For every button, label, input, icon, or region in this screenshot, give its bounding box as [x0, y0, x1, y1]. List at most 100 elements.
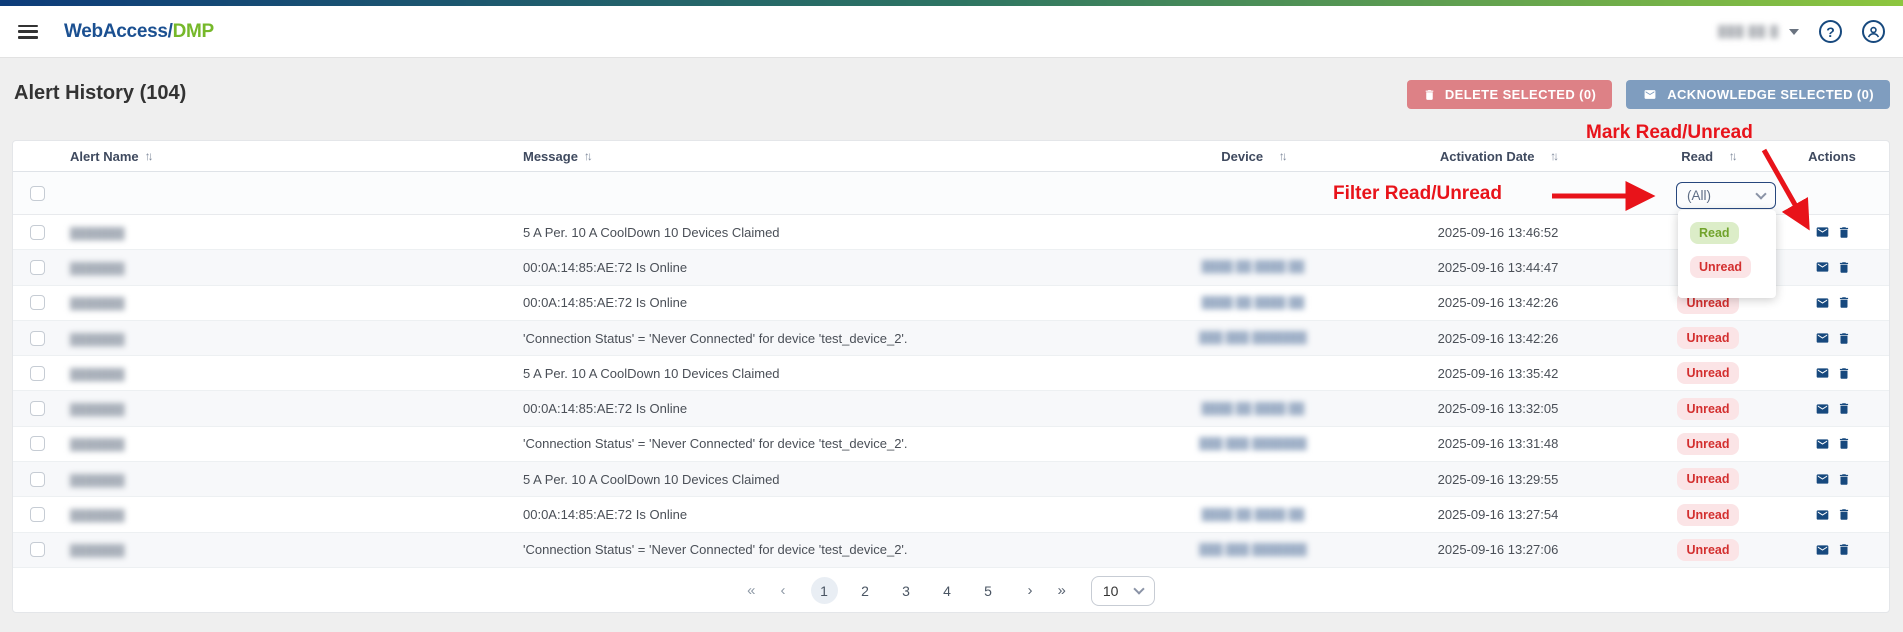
alert-name-redacted: ███████ — [70, 369, 125, 381]
delete-row-button[interactable] — [1837, 542, 1851, 557]
account-menu[interactable]: ███ ██ █ — [1718, 26, 1799, 38]
device-name-redacted: ████ ██ ████ ██ — [1202, 403, 1305, 415]
table-header-row: Alert Name↑↓ Message↑↓ Device ↑↓ Activat… — [13, 141, 1889, 172]
message-cell: 00:0A:14:85:AE:72 Is Online — [523, 295, 687, 310]
activation-date: 2025-09-16 13:46:52 — [1438, 225, 1559, 240]
mark-read-button[interactable] — [1814, 436, 1831, 451]
page-button-1[interactable]: 1 — [811, 577, 838, 604]
activation-date: 2025-09-16 13:27:54 — [1438, 507, 1559, 522]
activation-date: 2025-09-16 13:32:05 — [1438, 401, 1559, 416]
column-header-device[interactable]: Device ↑↓ — [1153, 149, 1353, 164]
mark-read-button[interactable] — [1814, 507, 1831, 522]
sort-icon[interactable]: ↑↓ — [145, 149, 151, 163]
page-button-4[interactable]: 4 — [934, 577, 961, 604]
page-prev-button[interactable]: ‹ — [781, 582, 785, 599]
mail-icon — [1814, 543, 1831, 557]
read-status-badge: Unread — [1677, 539, 1738, 561]
message-cell: 00:0A:14:85:AE:72 Is Online — [523, 260, 687, 275]
sort-icon[interactable]: ↑↓ — [584, 149, 590, 163]
row-checkbox[interactable] — [30, 260, 45, 275]
delete-row-button[interactable] — [1837, 401, 1851, 416]
row-checkbox[interactable] — [30, 295, 45, 310]
dropdown-option-unread[interactable]: Unread — [1690, 256, 1776, 278]
alert-name-redacted: ███████ — [70, 404, 125, 416]
annotation-filter-read-unread: Filter Read/Unread — [1333, 183, 1502, 205]
mail-icon — [1814, 331, 1831, 345]
delete-row-button[interactable] — [1837, 295, 1851, 310]
page-button-3[interactable]: 3 — [893, 577, 920, 604]
activation-date: 2025-09-16 13:42:26 — [1438, 295, 1559, 310]
mark-read-button[interactable] — [1814, 331, 1831, 346]
message-cell: 5 A Per. 10 A CoolDown 10 Devices Claime… — [523, 472, 780, 487]
read-filter-select[interactable]: (All) — [1676, 182, 1776, 209]
delete-row-button[interactable] — [1837, 260, 1851, 275]
alert-name-redacted: ███████ — [70, 545, 125, 557]
table-row: ███████ 'Connection Status' = 'Never Con… — [13, 427, 1889, 462]
page-button-2[interactable]: 2 — [852, 577, 879, 604]
delete-row-button[interactable] — [1837, 225, 1851, 240]
page-first-button[interactable]: « — [747, 582, 754, 599]
mark-read-button[interactable] — [1814, 366, 1831, 381]
column-header-alert-name[interactable]: Alert Name↑↓ — [61, 149, 513, 164]
alert-name-redacted: ███████ — [70, 439, 125, 451]
alert-name-redacted: ███████ — [70, 334, 125, 346]
activation-date: 2025-09-16 13:27:06 — [1438, 542, 1559, 557]
device-name-redacted: ████ ██ ████ ██ — [1202, 509, 1305, 521]
mark-read-button[interactable] — [1814, 260, 1831, 275]
mail-icon — [1814, 366, 1831, 380]
row-checkbox[interactable] — [30, 436, 45, 451]
column-header-activation-date[interactable]: Activation Date ↑↓ — [1353, 149, 1643, 164]
sort-icon[interactable]: ↑↓ — [1550, 149, 1556, 163]
read-status-badge: Unread — [1677, 362, 1738, 384]
acknowledge-selected-button[interactable]: ACKNOWLEDGE SELECTED (0) — [1626, 80, 1890, 109]
mark-read-button[interactable] — [1814, 401, 1831, 416]
delete-row-button[interactable] — [1837, 366, 1851, 381]
row-checkbox[interactable] — [30, 401, 45, 416]
column-header-message[interactable]: Message↑↓ — [513, 149, 1153, 164]
mark-read-button[interactable] — [1814, 295, 1831, 310]
table-row: ███████ 00:0A:14:85:AE:72 Is Online ████… — [13, 497, 1889, 532]
table-row: ███████ 00:0A:14:85:AE:72 Is Online ████… — [13, 286, 1889, 321]
page-size-select[interactable]: 10 — [1091, 576, 1155, 606]
row-checkbox[interactable] — [30, 472, 45, 487]
mark-read-button[interactable] — [1814, 542, 1831, 557]
hamburger-menu-button[interactable] — [18, 25, 38, 39]
message-cell: 5 A Per. 10 A CoolDown 10 Devices Claime… — [523, 225, 780, 240]
alert-name-redacted: ███████ — [70, 263, 125, 275]
delete-row-button[interactable] — [1837, 472, 1851, 487]
table-row: ███████ 5 A Per. 10 A CoolDown 10 Device… — [13, 215, 1889, 250]
page-next-button[interactable]: › — [1028, 582, 1032, 599]
activation-date: 2025-09-16 13:29:55 — [1438, 472, 1559, 487]
mark-read-button[interactable] — [1814, 472, 1831, 487]
column-header-read[interactable]: Read ↑↓ — [1643, 149, 1773, 164]
delete-selected-button[interactable]: DELETE SELECTED (0) — [1407, 80, 1612, 109]
page-title: Alert History (104) — [14, 82, 186, 105]
pagination: « ‹ 12345 › » 10 — [13, 568, 1889, 614]
help-button[interactable]: ? — [1819, 20, 1842, 43]
sort-icon[interactable]: ↑↓ — [1279, 149, 1285, 163]
read-filter-value: (All) — [1687, 188, 1711, 203]
trash-icon — [1837, 472, 1851, 487]
row-checkbox[interactable] — [30, 331, 45, 346]
delete-row-button[interactable] — [1837, 436, 1851, 451]
read-filter-dropdown: Read Unread — [1678, 210, 1776, 298]
row-checkbox[interactable] — [30, 507, 45, 522]
account-button[interactable] — [1862, 20, 1885, 43]
device-name-redacted: ████ ██ ████ ██ — [1202, 261, 1305, 273]
row-checkbox[interactable] — [30, 366, 45, 381]
device-name-redacted: ████ ██ ████ ██ — [1202, 297, 1305, 309]
delete-row-button[interactable] — [1837, 331, 1851, 346]
mark-read-button[interactable] — [1814, 225, 1831, 240]
page-last-button[interactable]: » — [1058, 582, 1065, 599]
sort-icon[interactable]: ↑↓ — [1729, 149, 1735, 163]
trash-icon — [1837, 542, 1851, 557]
activation-date: 2025-09-16 13:42:26 — [1438, 331, 1559, 346]
activation-date: 2025-09-16 13:35:42 — [1438, 366, 1559, 381]
select-all-checkbox[interactable] — [30, 186, 45, 201]
row-checkbox[interactable] — [30, 542, 45, 557]
delete-row-button[interactable] — [1837, 507, 1851, 522]
page-button-5[interactable]: 5 — [975, 577, 1002, 604]
mail-icon — [1814, 260, 1831, 274]
row-checkbox[interactable] — [30, 225, 45, 240]
dropdown-option-read[interactable]: Read — [1690, 222, 1776, 244]
